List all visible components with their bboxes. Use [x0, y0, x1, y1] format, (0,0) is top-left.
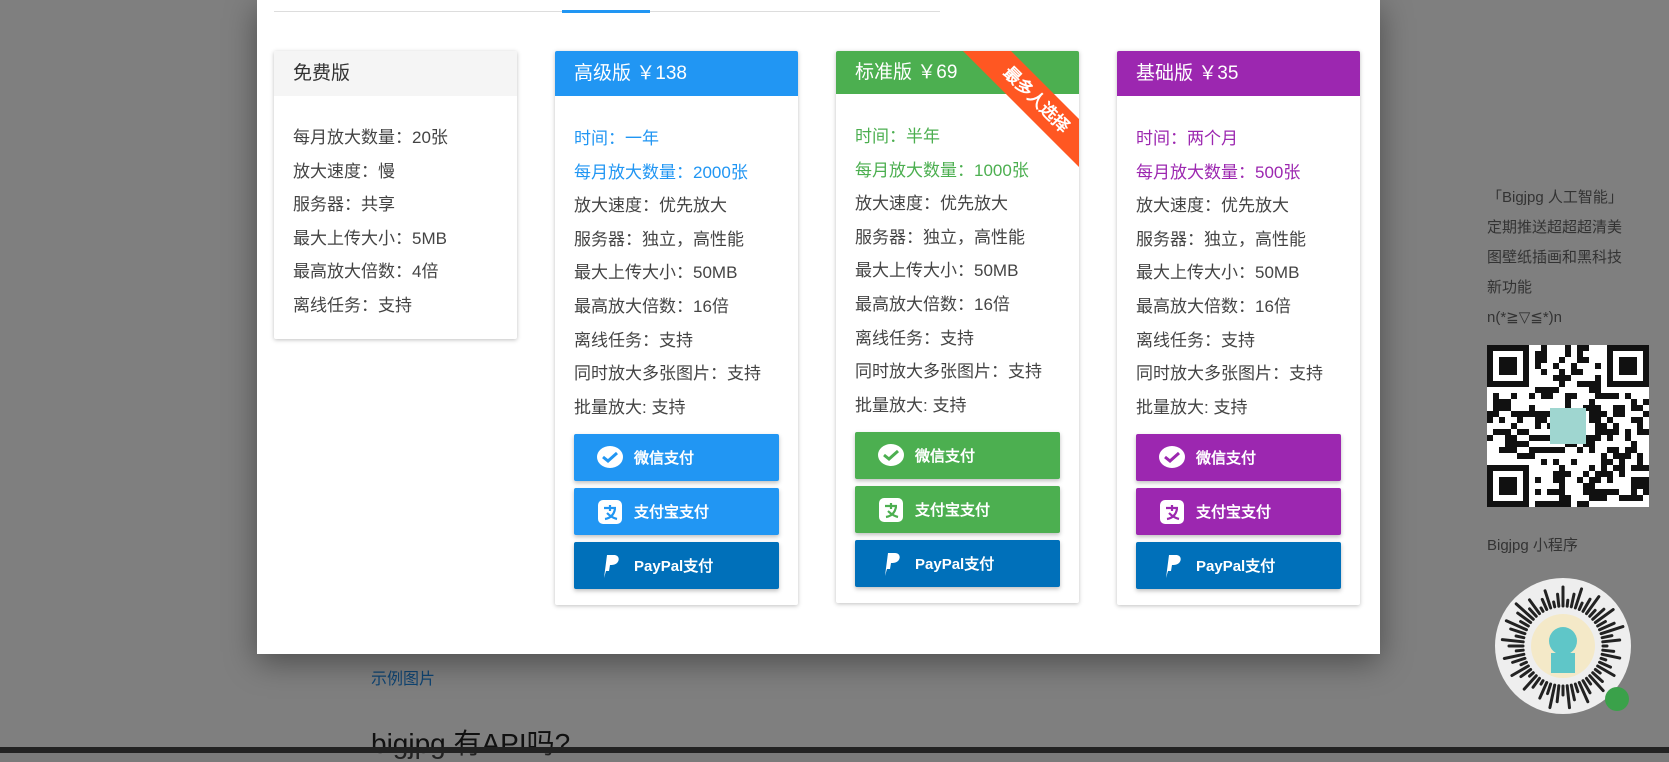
mini-program-code: [1493, 571, 1633, 721]
bottom-edge: [0, 747, 1669, 753]
pricing-modal: 免费版 每月放大数量：20张 放大速度：慢 服务器：共享 最大上传大小：5MB …: [257, 0, 1380, 654]
plan-feature: 放大速度：慢: [293, 161, 395, 181]
wechat-pay-button[interactable]: 微信支付: [574, 434, 779, 482]
plan-feature: 同时放大多张图片：支持: [1136, 364, 1323, 384]
tab-active-indicator[interactable]: [562, 10, 650, 13]
promo-line: 图壁纸插画和黑科技: [1487, 249, 1623, 266]
plan-feature: 最高放大倍数：16倍: [574, 296, 729, 316]
wechat-icon: [1158, 444, 1186, 472]
paypal-icon: [596, 552, 624, 580]
plan-feature: 同时放大多张图片：支持: [855, 362, 1042, 382]
plan-feature: 服务器：共享: [293, 195, 395, 215]
popular-ribbon: 最多人选择: [949, 51, 1079, 181]
paypal-icon: [1158, 552, 1186, 580]
promo-line: n(*≧▽≦*)n: [1487, 309, 1563, 326]
plan-card-free: 免费版 每月放大数量：20张 放大速度：慢 服务器：共享 最大上传大小：5MB …: [274, 51, 517, 339]
promo-line: 新功能: [1487, 279, 1533, 296]
plan-feature: 放大速度：优先放大: [855, 194, 1008, 214]
plan-card-standard: 标准版 ￥69 最多人选择 时间：半年 每月放大数量：1000张 放大速度：优先…: [836, 51, 1079, 604]
alipay-icon: [596, 498, 624, 526]
plan-feature: 离线任务：支持: [1136, 330, 1255, 350]
plan-feature: 同时放大多张图片：支持: [574, 364, 761, 384]
paypal-label: PayPal支付: [1196, 558, 1276, 576]
plan-feature: 每月放大数量：20张: [293, 128, 448, 147]
plan-feature: 批量放大: 支持: [574, 397, 686, 417]
wechat-promo: 「Bigjpg 人工智能」 定期推送超超超清美 图壁纸插画和黑科技 新功能 n(…: [1487, 183, 1657, 721]
plan-card-basic: 基础版 ￥35 时间：两个月 每月放大数量：500张 放大速度：优先放大 服务器…: [1117, 51, 1360, 606]
plan-duration: 时间：一年: [574, 129, 659, 148]
paypal-button[interactable]: PayPal支付: [574, 542, 779, 590]
plan-feature: 最高放大倍数：4倍: [293, 262, 439, 282]
plan-feature: 离线任务：支持: [855, 328, 974, 348]
plan-feature: 最高放大倍数：16倍: [855, 294, 1010, 314]
plan-monthly-quota: 每月放大数量：500张: [1136, 162, 1301, 182]
wechat-pay-label: 微信支付: [634, 450, 695, 468]
wechat-icon: [596, 444, 624, 472]
alipay-button[interactable]: 支付宝支付: [855, 486, 1060, 534]
plan-feature: 离线任务：支持: [293, 295, 412, 315]
paypal-button[interactable]: PayPal支付: [1136, 542, 1341, 590]
alipay-button[interactable]: 支付宝支付: [574, 488, 779, 536]
wechat-qr-code: [1487, 345, 1649, 507]
alipay-icon: [1158, 498, 1186, 526]
plan-feature: 服务器：独立，高性能: [1136, 229, 1306, 249]
plan-feature: 批量放大: 支持: [855, 395, 967, 415]
paypal-icon: [877, 550, 905, 578]
alipay-button[interactable]: 支付宝支付: [1136, 488, 1341, 536]
ribbon-label: 最多人选择: [956, 51, 1079, 180]
paypal-button[interactable]: PayPal支付: [855, 540, 1060, 588]
plan-feature: 服务器：独立，高性能: [574, 229, 744, 249]
plan-title: 基础版 ￥35: [1117, 51, 1360, 96]
alipay-label: 支付宝支付: [915, 502, 991, 520]
wechat-pay-button[interactable]: 微信支付: [1136, 434, 1341, 482]
mini-program-label: Bigjpg 小程序: [1487, 537, 1578, 554]
plan-title: 高级版 ￥138: [555, 51, 798, 96]
alipay-label: 支付宝支付: [1196, 504, 1272, 522]
plan-card-premium: 高级版 ￥138 时间：一年 每月放大数量：2000张 放大速度：优先放大 服务…: [555, 51, 798, 606]
plan-feature: 放大速度：优先放大: [1136, 196, 1289, 216]
plan-feature: 离线任务：支持: [574, 330, 693, 350]
plan-title: 免费版: [274, 51, 517, 96]
wechat-icon: [877, 442, 905, 470]
plan-feature: 最大上传大小：5MB: [293, 228, 447, 248]
promo-line: 定期推送超超超清美: [1487, 219, 1623, 236]
plan-duration: 时间：两个月: [1136, 129, 1238, 148]
wechat-pay-label: 微信支付: [915, 448, 976, 466]
alipay-label: 支付宝支付: [634, 504, 710, 522]
plan-feature: 最高放大倍数：16倍: [1136, 296, 1291, 316]
paypal-label: PayPal支付: [634, 558, 714, 576]
plan-feature: 最大上传大小：50MB: [1136, 263, 1300, 283]
wechat-pay-label: 微信支付: [1196, 450, 1257, 468]
promo-line: 「Bigjpg 人工智能」: [1487, 189, 1623, 206]
plan-feature: 最大上传大小：50MB: [855, 261, 1019, 281]
plan-monthly-quota: 每月放大数量：2000张: [574, 162, 748, 182]
plan-feature: 批量放大: 支持: [1136, 397, 1248, 417]
plan-feature: 服务器：独立，高性能: [855, 227, 1025, 247]
wechat-pay-button[interactable]: 微信支付: [855, 432, 1060, 480]
plan-feature: 最大上传大小：50MB: [574, 263, 738, 283]
plan-feature: 放大速度：优先放大: [574, 196, 727, 216]
paypal-label: PayPal支付: [915, 556, 995, 574]
alipay-icon: [877, 496, 905, 524]
